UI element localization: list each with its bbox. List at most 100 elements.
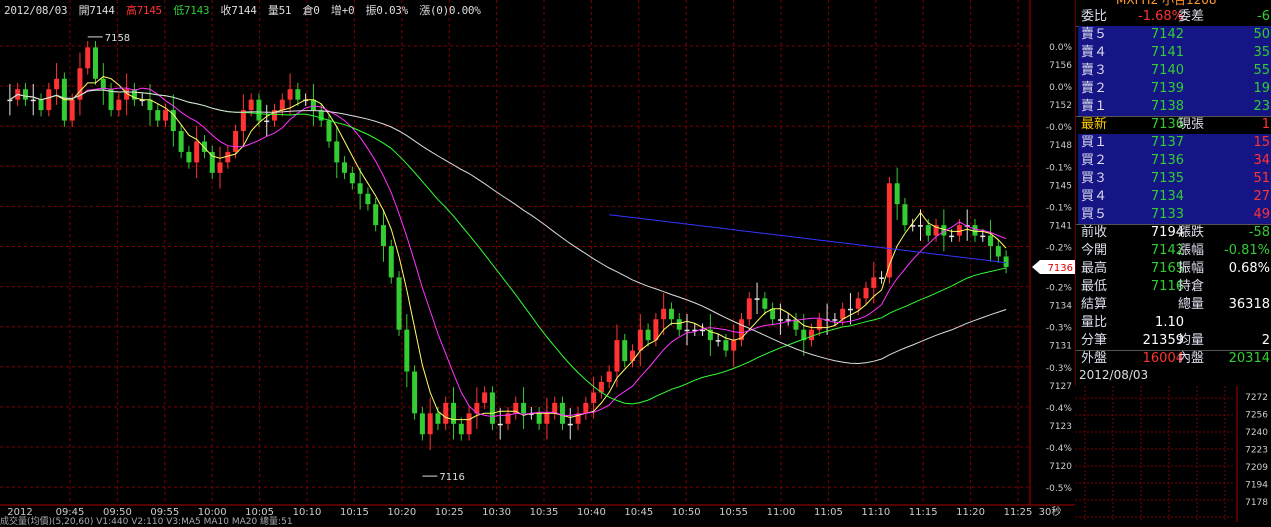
candle-body — [69, 99, 75, 121]
quote-value-2: 27 — [1253, 189, 1270, 204]
candle-body — [458, 423, 464, 435]
candle-body — [357, 183, 363, 194]
candle-body — [972, 225, 978, 236]
quote-row: 買３ 7135 51 — [1078, 170, 1271, 188]
candle-body — [194, 141, 200, 163]
candle-body — [785, 319, 791, 321]
time-tick-label: 11:05 — [814, 507, 843, 518]
candle-body — [731, 340, 737, 351]
quote-label-2: 現張 — [1178, 117, 1205, 132]
candle-body — [310, 99, 316, 111]
candle-body — [949, 235, 955, 238]
candle-body — [7, 99, 13, 102]
mini-price-chart: 7272 7256 7240 7223 7209 7194 7178 — [1075, 386, 1271, 522]
candle-body — [209, 151, 215, 173]
candle-body — [544, 413, 550, 424]
quote-value-2: -58 — [1248, 225, 1270, 240]
candle-body — [668, 308, 674, 320]
candle-body — [809, 329, 815, 341]
interval-label: 30秒 — [1039, 505, 1062, 518]
candle-body — [225, 151, 231, 163]
time-tick-label: 10:30 — [482, 507, 511, 518]
candle-body — [85, 47, 91, 69]
quote-row: 賣１ 7138 23 — [1078, 98, 1271, 116]
pct-tick-label: -0.4% — [1046, 444, 1073, 454]
candle-body — [30, 99, 36, 102]
quote-date: 2012/08/03 — [1079, 368, 1149, 382]
infobar-low: 低7143 — [173, 4, 210, 17]
price-tick-label: 7131 — [1049, 342, 1072, 352]
candle-body — [388, 246, 394, 278]
quote-row: 前收 7194 漲跌 -58 — [1078, 224, 1271, 242]
time-tick-label: 10:55 — [719, 507, 748, 518]
infobar-amplitude: 振0.03% — [365, 4, 409, 17]
candle-body — [715, 340, 721, 342]
quote-value-2: 0.68% — [1228, 261, 1270, 276]
quote-value-2: 55 — [1253, 63, 1270, 78]
time-tick-label: 11:15 — [909, 507, 938, 518]
candle-body — [614, 340, 620, 372]
pct-tick-label: -0.4% — [1046, 404, 1073, 414]
mini-tick-label: 7178 — [1245, 498, 1268, 508]
candle-body — [871, 277, 877, 288]
candle-body — [93, 47, 99, 79]
candle-body — [988, 235, 994, 247]
candle-body — [46, 89, 52, 111]
mini-bg — [1075, 386, 1271, 522]
pct-tick-label: -0.5% — [1046, 484, 1073, 494]
high-marker-label: 7158 — [105, 33, 130, 44]
candle-body — [606, 371, 612, 382]
quote-value-2: 1 — [1261, 117, 1270, 132]
chart-background — [0, 0, 1075, 522]
candle-body — [738, 319, 744, 341]
candle-body — [980, 235, 986, 238]
low-marker-label: 7116 — [439, 472, 464, 483]
quote-row: 買５ 7133 49 — [1078, 206, 1271, 224]
quote-row: 委比 -1.68% 委差 -6 — [1078, 8, 1271, 26]
quote-label-2: 振幅 — [1178, 261, 1205, 276]
candle-body — [419, 413, 425, 435]
candlestick-chart[interactable]: 0.0% 0.0% -0.0% -0.1% -0.1% -0.2% -0.2% -0.3% -0… — [0, 0, 1075, 522]
time-tick-label: 10:50 — [672, 507, 701, 518]
candle-body — [762, 298, 768, 309]
quote-label: 買１ — [1081, 135, 1108, 150]
quote-value: 7140 — [1150, 63, 1184, 78]
quote-label: 委比 — [1081, 9, 1108, 24]
candle-body — [489, 392, 495, 424]
quote-label: 賣２ — [1081, 81, 1108, 96]
candle-body — [777, 319, 783, 321]
candle-body — [816, 319, 822, 330]
quote-value-2: 15 — [1253, 135, 1270, 150]
quote-value-2: 20314 — [1228, 351, 1270, 366]
time-tick-label: 11:25 — [1004, 507, 1033, 518]
price-tick-label: 7127 — [1049, 382, 1072, 392]
candle-body — [700, 329, 706, 332]
quote-value-2: 51 — [1253, 171, 1270, 186]
quote-value: 7138 — [1150, 99, 1184, 114]
quote-row: 分筆 21359 均量 2 — [1078, 332, 1271, 350]
pct-tick-label: -0.1% — [1046, 203, 1073, 213]
quote-row: 賣２ 7139 19 — [1078, 80, 1271, 98]
candle-body — [653, 319, 659, 341]
time-tick-label: 10:40 — [577, 507, 606, 518]
quote-value: 7141 — [1150, 45, 1184, 60]
candle-body — [552, 402, 558, 414]
candle-body — [847, 308, 853, 311]
candle-body — [396, 277, 402, 330]
quote-label: 前收 — [1081, 225, 1108, 240]
quote-value-2: 35 — [1253, 45, 1270, 60]
price-chart[interactable]: 0.0% 0.0% -0.0% -0.1% -0.1% -0.2% -0.2% -0.3% -0… — [0, 0, 1075, 527]
quote-value-2: -0.81% — [1224, 243, 1270, 258]
quote-label-2: 均量 — [1178, 333, 1205, 348]
quote-label: 賣５ — [1081, 27, 1108, 42]
candle-body — [451, 402, 457, 424]
candle-body — [466, 413, 472, 435]
quote-label-2: 持倉 — [1178, 279, 1205, 294]
mini-tick-label: 7209 — [1245, 463, 1268, 473]
time-tick-label: 10:10 — [293, 507, 322, 518]
candle-body — [147, 99, 153, 111]
quote-label: 買４ — [1081, 189, 1108, 204]
quote-row: 賣４ 7141 35 — [1078, 44, 1271, 62]
candle-body — [412, 371, 418, 414]
pct-tick-label: -0.3% — [1046, 364, 1073, 374]
